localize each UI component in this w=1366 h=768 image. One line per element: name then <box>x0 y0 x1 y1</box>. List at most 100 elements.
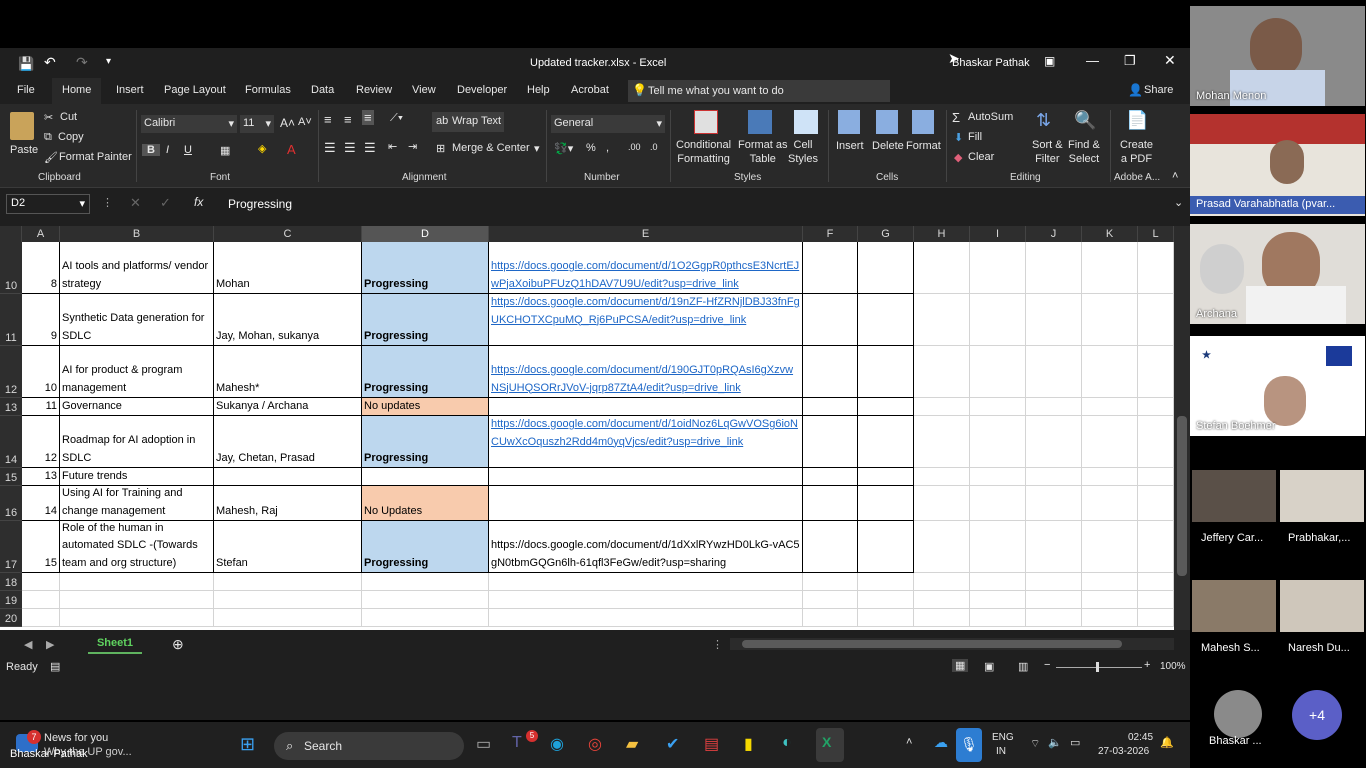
cell-e[interactable] <box>489 573 803 591</box>
cell-empty[interactable] <box>1082 591 1138 609</box>
cell-b[interactable] <box>60 609 214 627</box>
cell-empty[interactable] <box>914 468 970 486</box>
save-icon[interactable]: 💾 <box>18 56 34 72</box>
cell-b[interactable]: Using AI for Training and change managem… <box>60 486 214 521</box>
redo-icon[interactable]: ↷ <box>76 54 88 71</box>
cell-empty[interactable] <box>1138 521 1174 573</box>
column-header[interactable]: G <box>858 226 914 242</box>
cell-empty[interactable] <box>1082 294 1138 346</box>
prev-sheet-icon[interactable]: ◀ <box>24 638 32 651</box>
share-button[interactable]: Share <box>1144 84 1173 96</box>
formula-input[interactable]: Progressing <box>218 194 1168 214</box>
tab-help[interactable]: Help <box>527 84 550 96</box>
format-painter-button[interactable]: Format Painter <box>59 151 132 163</box>
cell-empty[interactable] <box>1082 468 1138 486</box>
cell-empty[interactable] <box>1026 294 1082 346</box>
tab-developer[interactable]: Developer <box>457 84 507 96</box>
share-icon[interactable]: 👤 <box>1128 83 1143 97</box>
number-format-select[interactable]: General ▾ <box>551 115 665 133</box>
orientation-icon[interactable]: ⟋▾ <box>390 112 403 125</box>
cell-empty[interactable] <box>1138 468 1174 486</box>
paste-icon[interactable] <box>10 112 34 140</box>
cell-empty[interactable] <box>970 521 1026 573</box>
cell-a[interactable]: 11 <box>22 398 60 416</box>
cell-empty[interactable] <box>914 521 970 573</box>
wrap-text-button[interactable]: ab Wrap Text <box>432 112 504 132</box>
todo-icon[interactable]: ✔ <box>666 734 679 754</box>
align-left-icon[interactable]: ☰ <box>324 140 336 156</box>
column-header[interactable]: C <box>214 226 362 242</box>
decrease-decimal-icon[interactable]: .0 <box>650 142 658 152</box>
cell-f[interactable] <box>803 242 858 294</box>
cell-e[interactable] <box>489 398 803 416</box>
column-header[interactable]: E <box>489 226 803 242</box>
app-icon[interactable]: ◐ <box>782 734 792 752</box>
cell-b[interactable]: Governance <box>60 398 214 416</box>
add-sheet-icon[interactable]: ⊕ <box>172 636 184 653</box>
format-as-table-button[interactable]: Format as Table <box>738 138 788 166</box>
cell-e[interactable]: https://docs.google.com/document/d/1O2Gg… <box>489 242 803 294</box>
cell-d[interactable]: Progressing <box>362 416 489 468</box>
row-header[interactable]: 10 <box>0 242 22 294</box>
next-sheet-icon[interactable]: ▶ <box>46 638 54 651</box>
zoom-in-icon[interactable]: + <box>1144 659 1150 671</box>
zoom-out-icon[interactable]: − <box>1044 659 1050 671</box>
column-header[interactable]: I <box>970 226 1026 242</box>
worksheet-grid[interactable]: A B C D E F G H I J K L 10 8 AI tools and … <box>0 226 1174 630</box>
border-icon[interactable]: ▦ <box>220 144 230 157</box>
cell-g[interactable] <box>858 294 914 346</box>
tab-view[interactable]: View <box>412 84 436 96</box>
grow-font-icon[interactable]: A˄ <box>280 116 295 130</box>
cell-empty[interactable] <box>1082 346 1138 398</box>
cell-f[interactable] <box>803 609 858 627</box>
participant-tile[interactable]: Mohan Menon <box>1190 6 1365 106</box>
cell-empty[interactable] <box>914 416 970 468</box>
cell-empty[interactable] <box>970 416 1026 468</box>
cell-empty[interactable] <box>1082 573 1138 591</box>
app-icon[interactable]: ▤ <box>704 734 719 754</box>
row-header[interactable]: 19 <box>0 591 22 609</box>
excel-taskbar-button[interactable]: X <box>816 728 844 762</box>
tab-file[interactable]: File <box>17 84 35 96</box>
cell-empty[interactable] <box>1138 242 1174 294</box>
delete-cells-button[interactable]: Delete <box>872 140 904 152</box>
cell-a[interactable] <box>22 573 60 591</box>
input-method[interactable]: IN <box>996 746 1006 757</box>
undo-icon[interactable]: ↶ <box>44 54 56 71</box>
vertical-scrollbar[interactable] <box>1174 226 1190 630</box>
cell-d[interactable] <box>362 609 489 627</box>
decrease-indent-icon[interactable]: ⇤ <box>388 140 397 153</box>
percent-icon[interactable]: % <box>586 142 596 154</box>
minimize-icon[interactable]: — <box>1086 53 1099 68</box>
cell-b[interactable] <box>60 591 214 609</box>
cell-empty[interactable] <box>1138 346 1174 398</box>
cell-f[interactable] <box>803 398 858 416</box>
fill-button[interactable]: Fill <box>968 131 982 143</box>
chevron-up-icon[interactable]: ˄ <box>906 736 912 748</box>
cell-empty[interactable] <box>914 242 970 294</box>
zoom-slider[interactable] <box>1056 667 1142 668</box>
participant-video[interactable] <box>1192 470 1276 522</box>
cell-empty[interactable] <box>1026 416 1082 468</box>
participant-video[interactable] <box>1280 470 1364 522</box>
cell-empty[interactable] <box>970 294 1026 346</box>
cell-c[interactable]: Mahesh* <box>214 346 362 398</box>
cell-g[interactable] <box>858 398 914 416</box>
cell-d[interactable] <box>362 591 489 609</box>
align-bottom-icon[interactable]: ≡ <box>362 110 374 125</box>
function-icon[interactable]: fx <box>194 195 203 209</box>
cell-empty[interactable] <box>914 398 970 416</box>
cell-d[interactable]: No Updates <box>362 486 489 521</box>
cell-empty[interactable] <box>970 609 1026 627</box>
cell-d[interactable]: Progressing <box>362 521 489 573</box>
cell-f[interactable] <box>803 294 858 346</box>
cell-c[interactable]: Sukanya / Archana <box>214 398 362 416</box>
paste-button[interactable]: Paste <box>10 144 38 156</box>
cell-empty[interactable] <box>1138 486 1174 521</box>
cell-empty[interactable] <box>1026 573 1082 591</box>
cell-f[interactable] <box>803 468 858 486</box>
cell-empty[interactable] <box>914 346 970 398</box>
collapse-ribbon-icon[interactable]: ˄ <box>1172 170 1178 182</box>
zoom-slider-thumb[interactable] <box>1096 662 1099 672</box>
column-header[interactable]: B <box>60 226 214 242</box>
